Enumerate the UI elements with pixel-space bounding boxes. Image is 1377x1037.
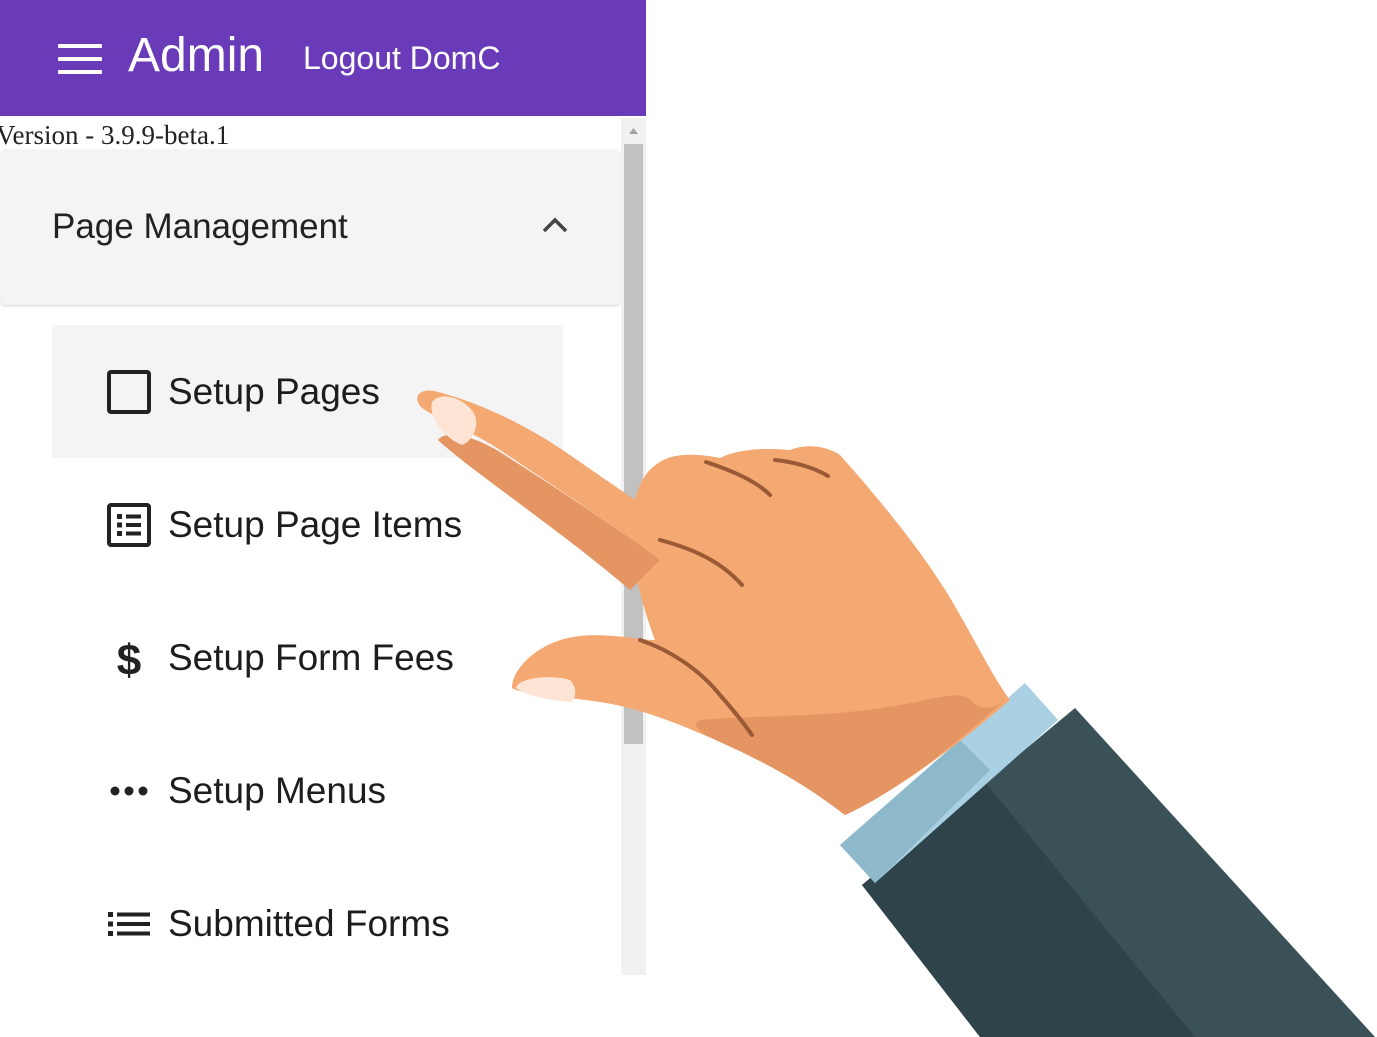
logout-link[interactable]: Logout DomC	[303, 38, 500, 78]
knuckle-crease	[658, 538, 744, 587]
scrollbar-thumb[interactable]	[624, 144, 643, 744]
scroll-up-arrow-icon[interactable]	[621, 118, 646, 142]
admin-panel: Admin Logout DomC Version - 3.9.9-beta.1…	[0, 0, 646, 975]
nav-item-label: Setup Pages	[168, 371, 380, 412]
nav-group-page-management[interactable]: Page Management	[0, 150, 620, 305]
knuckle-crease	[773, 458, 830, 478]
nav-item-setup-form-fees[interactable]: $ Setup Form Fees	[52, 591, 563, 724]
nav-item-setup-pages[interactable]: Setup Pages	[52, 325, 563, 458]
shirt-cuff-shadow	[840, 740, 990, 883]
list-icon	[108, 912, 150, 936]
nav-item-submitted-forms[interactable]: Submitted Forms	[52, 857, 563, 975]
dollar-icon: $	[117, 636, 141, 681]
nav-item-label: Setup Page Items	[168, 504, 463, 545]
knuckle-crease	[704, 460, 772, 497]
nav-item-label: Setup Form Fees	[168, 637, 454, 678]
more-horiz-icon	[110, 786, 148, 796]
sleeve	[862, 708, 1375, 1037]
nav-item-label: Setup Menus	[168, 770, 387, 811]
app-title: Admin	[128, 29, 265, 82]
list-box-icon	[107, 503, 151, 547]
version-label: Version - 3.9.9-beta.1	[0, 120, 230, 150]
app-bar: Admin Logout DomC	[0, 0, 646, 116]
checkbox-square-icon	[107, 370, 151, 414]
nav-item-label: Submitted Forms	[168, 903, 450, 944]
hamburger-menu-icon[interactable]	[56, 42, 104, 78]
shirt-cuff	[840, 683, 1058, 883]
chevron-up-icon[interactable]	[540, 210, 570, 240]
nav-item-setup-page-items[interactable]: Setup Page Items	[52, 458, 563, 591]
thumb-crease	[638, 638, 754, 737]
scrollbar[interactable]	[621, 118, 646, 975]
svg-text:$: $	[117, 636, 141, 681]
hand-shading	[696, 695, 1005, 815]
nav-item-setup-menus[interactable]: Setup Menus	[52, 724, 563, 857]
sleeve-shadow	[862, 782, 1195, 1037]
nav-group-label: Page Management	[52, 207, 348, 246]
